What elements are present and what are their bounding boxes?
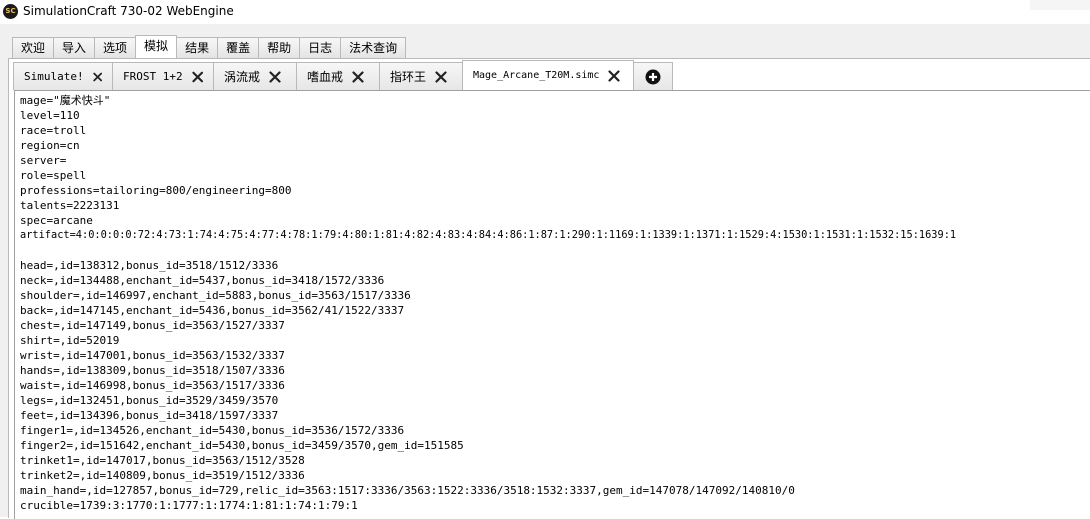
editor-line: hands=,id=138309,bonus_id=3518/1507/3336	[20, 364, 285, 377]
profile-tab-active[interactable]: Mage_Arcane_T20M.simc	[462, 60, 634, 90]
editor-line: head=,id=138312,bonus_id=3518/1512/3336	[20, 259, 279, 272]
editor-line: trinket1=,id=147017,bonus_id=3563/1512/3…	[20, 454, 305, 467]
editor-line: finger2=,id=151642,enchant_id=5430,bonus…	[20, 439, 464, 452]
editor-line: feet=,id=134396,bonus_id=3418/1597/3337	[20, 409, 279, 422]
editor-line: trinket2=,id=140809,bonus_id=3519/1512/3…	[20, 469, 305, 482]
editor-line: race=troll	[20, 124, 87, 137]
editor-line: spec=arcane	[20, 214, 93, 227]
profile-tab-label: 涡流戒	[224, 70, 261, 84]
profile-tab[interactable]: 指环王	[379, 62, 463, 90]
simulate-panel: Simulate! FROST 1+2 涡流戒 嗜血戒 指环王 Mage_Arc…	[8, 58, 1090, 519]
tab-spell-query[interactable]: 法术查询	[340, 37, 407, 58]
editor-line: talents=2223131	[20, 199, 120, 212]
title-bar: SC SimulationCraft 730-02 WebEngine	[0, 0, 1090, 24]
close-icon[interactable]	[435, 70, 447, 83]
tab-help[interactable]: 帮助	[258, 37, 301, 58]
profile-tab-label: Simulate!	[24, 70, 84, 83]
editor-line: crucible=1739:3:1770:1:1777:1:1774:1:81:…	[20, 499, 358, 512]
close-icon[interactable]	[269, 70, 281, 83]
profile-tab-label: FROST 1+2	[123, 70, 183, 83]
main-tab-bar: 欢迎 导入 选项 模拟 结果 覆盖 帮助 日志 法术查询	[12, 35, 407, 58]
profile-tab-label: 嗜血戒	[307, 70, 344, 84]
editor-line: legs=,id=132451,bonus_id=3529/3459/3570	[20, 394, 279, 407]
editor-line: waist=,id=146998,bonus_id=3563/1517/3336	[20, 379, 285, 392]
title-bar-controls	[1030, 0, 1090, 10]
editor-line: back=,id=147145,enchant_id=5436,bonus_id…	[20, 304, 405, 317]
profile-tab-label: 指环王	[390, 70, 427, 84]
profile-tab[interactable]: Simulate!	[13, 62, 113, 90]
editor-line: shirt=,id=52019	[20, 334, 120, 347]
editor-line: shoulder=,id=146997,enchant_id=5883,bonu…	[20, 289, 411, 302]
close-icon[interactable]	[352, 70, 364, 83]
editor-line: wrist=,id=147001,bonus_id=3563/1532/3337	[20, 349, 285, 362]
profile-tab[interactable]: 嗜血戒	[296, 62, 380, 90]
editor-line: main_hand=,id=127857,bonus_id=729,relic_…	[20, 484, 795, 497]
editor-line: artifact=4:0:0:0:0:72:4:73:1:74:4:75:4:7…	[20, 229, 957, 241]
editor-line: chest=,id=147149,bonus_id=3563/1527/3337	[20, 319, 285, 332]
profile-tab-bar: Simulate! FROST 1+2 涡流戒 嗜血戒 指环王 Mage_Arc…	[13, 60, 673, 91]
close-icon[interactable]	[191, 71, 203, 83]
editor-line: mage="魔术快斗"	[20, 94, 111, 107]
tab-log[interactable]: 日志	[299, 37, 342, 58]
main-window: 欢迎 导入 选项 模拟 结果 覆盖 帮助 日志 法术查询 Simulate! F…	[0, 24, 1090, 519]
plus-circle-icon	[645, 69, 661, 84]
editor-line: neck=,id=134488,enchant_id=5437,bonus_id…	[20, 274, 385, 287]
tab-options[interactable]: 选项	[94, 37, 137, 58]
profile-text-editor[interactable]: mage="魔术快斗" level=110 race=troll region=…	[14, 90, 1090, 519]
editor-line: level=110	[20, 109, 80, 122]
tab-results[interactable]: 结果	[176, 37, 219, 58]
editor-line: role=spell	[20, 169, 87, 182]
app-logo-icon: SC	[3, 4, 18, 19]
tab-welcome[interactable]: 欢迎	[12, 37, 55, 58]
profile-tab[interactable]: 涡流戒	[213, 62, 297, 90]
window-title: SimulationCraft 730-02 WebEngine	[23, 4, 234, 18]
close-icon[interactable]	[608, 69, 621, 82]
editor-line: professions=tailoring=800/engineering=80…	[20, 184, 292, 197]
tab-overrides[interactable]: 覆盖	[217, 37, 260, 58]
editor-line: finger1=,id=134526,enchant_id=5430,bonus…	[20, 424, 405, 437]
tab-import[interactable]: 导入	[53, 37, 96, 58]
profile-tab[interactable]: FROST 1+2	[112, 62, 214, 90]
editor-line: server=	[20, 154, 67, 167]
add-tab-button[interactable]	[633, 62, 673, 90]
close-icon[interactable]	[92, 71, 102, 83]
profile-tab-label: Mage_Arcane_T20M.simc	[473, 70, 600, 81]
tab-simulate[interactable]: 模拟	[135, 35, 178, 58]
editor-line: region=cn	[20, 139, 80, 152]
